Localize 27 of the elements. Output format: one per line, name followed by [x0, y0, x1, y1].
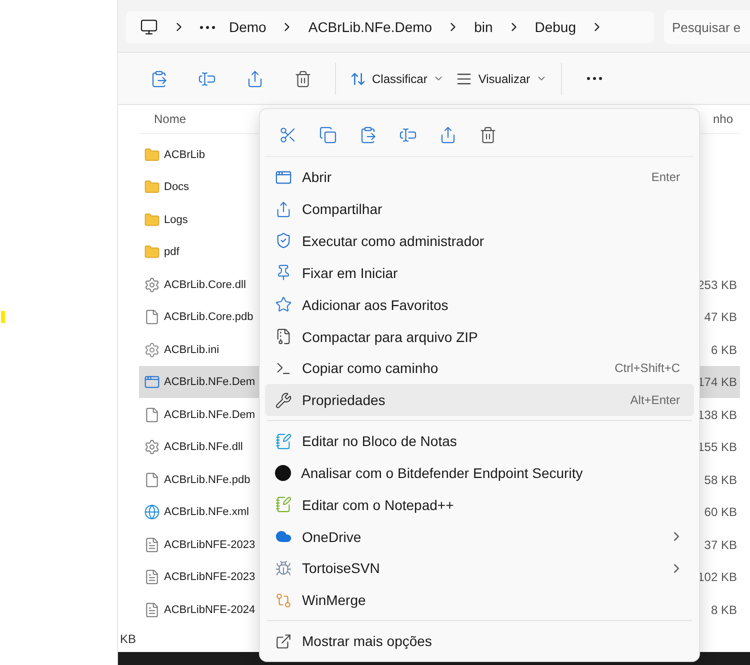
file-size: 138 KB: [698, 408, 737, 422]
file-name: ACBrLib.ini: [164, 344, 220, 356]
file-name: ACBrLib.Core.dll: [164, 278, 246, 291]
shortcut-text: Ctrl+Shift+C: [614, 361, 680, 376]
file-name: pdf: [164, 246, 180, 258]
file-size: 60 KB: [704, 505, 737, 520]
file-name: ACBrLib.Core.pdb: [164, 311, 254, 324]
file-size: 8 KB: [710, 602, 737, 617]
file-name: Logs: [164, 214, 188, 226]
status-text: KB: [120, 632, 136, 646]
file-name: ACBrLibNFE-2024: [164, 604, 256, 616]
file-size: 47 KB: [704, 310, 737, 324]
file-name: Docs: [164, 181, 190, 194]
file-name: ACBrLib.NFe.Dem: [164, 376, 256, 388]
file-size: 102 KB: [698, 570, 737, 584]
file-name: ACBrLib.NFe.Dem: [164, 408, 256, 421]
file-name: ACBrLib.NFe.xml: [164, 506, 249, 518]
shortcut-text: Enter: [651, 170, 680, 184]
file-name: ACBrLibNFE-2023: [164, 538, 256, 551]
shortcut-text: Alt+Enter: [630, 393, 680, 408]
file-name: ACBrLib.NFe.dll: [164, 441, 243, 454]
file-name: ACBrLib: [164, 148, 205, 161]
file-size: 37 KB: [704, 538, 737, 552]
file-size: 58 KB: [704, 472, 737, 487]
file-name: ACBrLibNFE-2023: [164, 571, 256, 584]
file-name: ACBrLib.NFe.pdb: [164, 474, 250, 486]
file-size: 6 KB: [710, 342, 737, 357]
